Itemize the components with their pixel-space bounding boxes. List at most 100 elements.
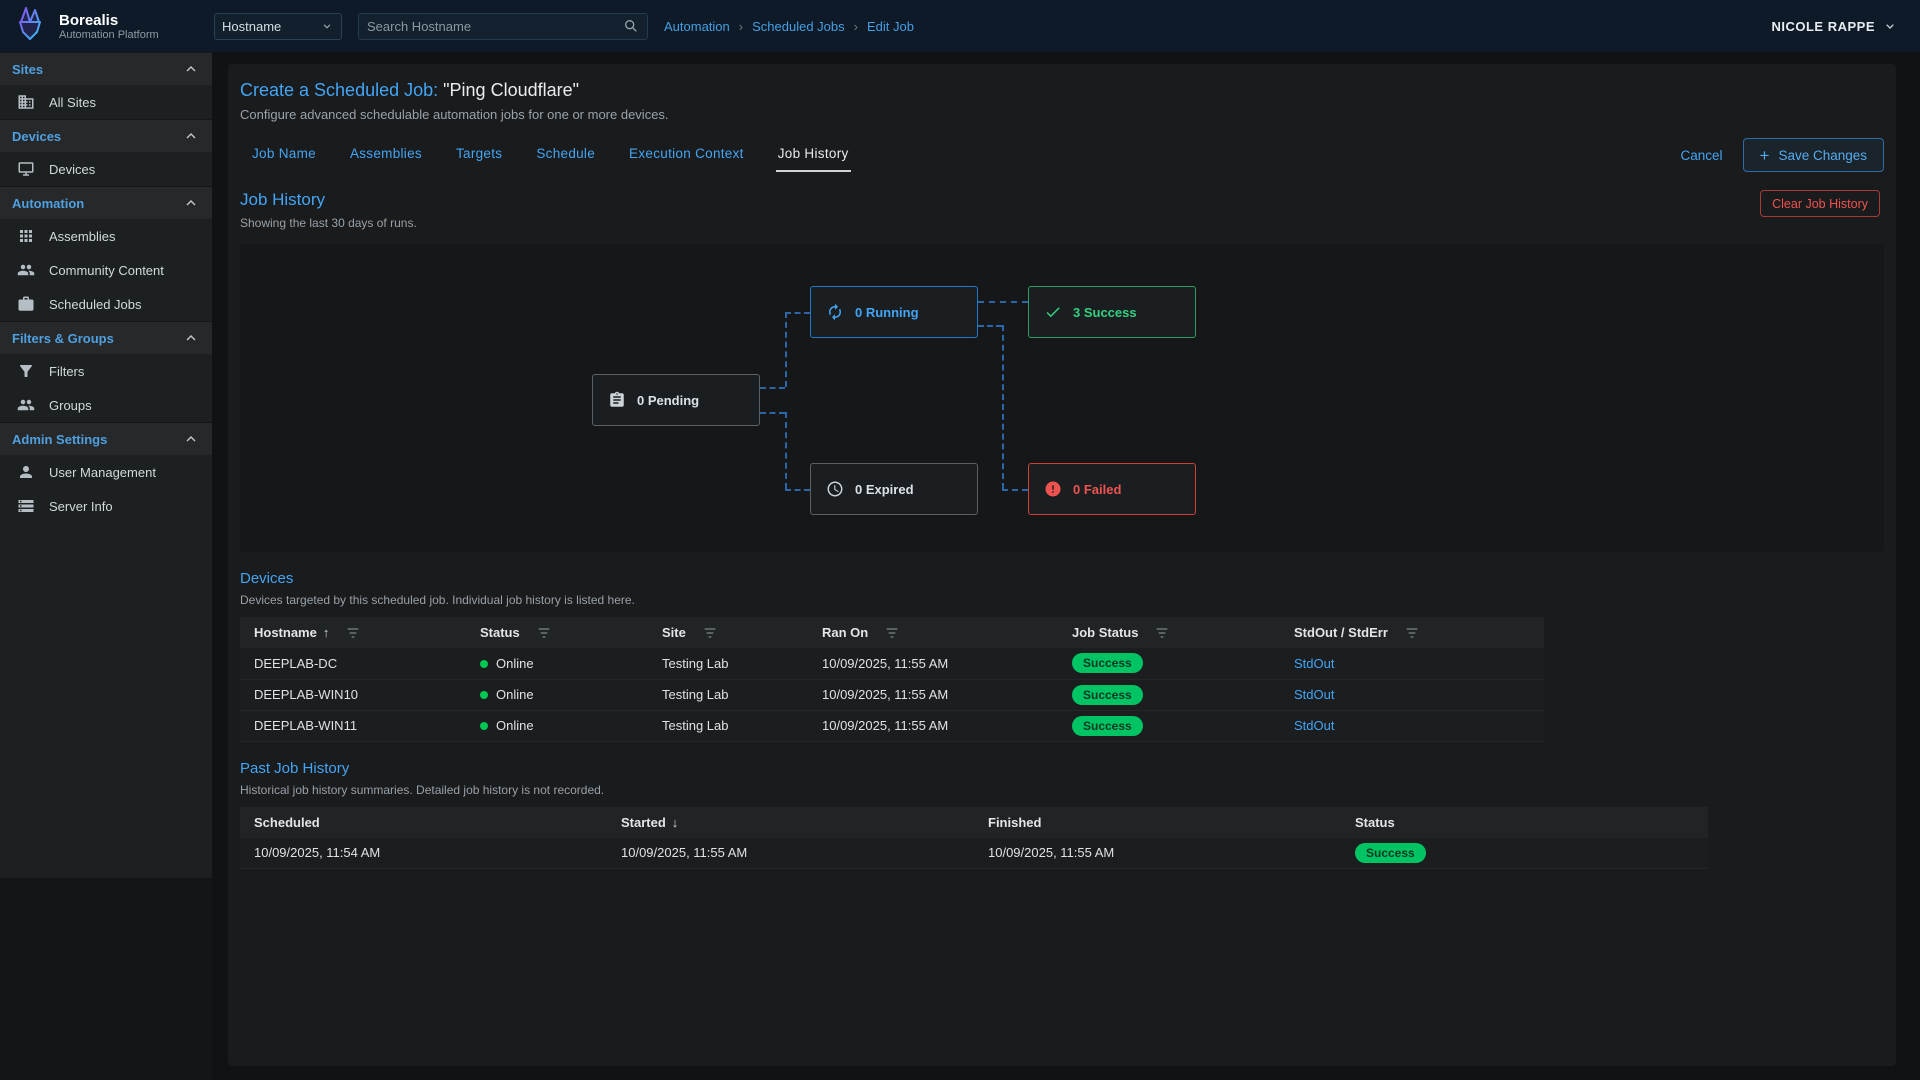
breadcrumb: Automation › Scheduled Jobs › Edit Job (664, 19, 914, 34)
filter-icon[interactable] (345, 625, 361, 641)
past-history-section-head: Past Job History Historical job history … (240, 760, 1884, 797)
started-cell: 10/09/2025, 11:55 AM (607, 838, 974, 869)
sidebar-item-community-content[interactable]: Community Content (0, 253, 212, 287)
online-dot (480, 660, 488, 668)
stdout-cell: StdOut (1280, 710, 1544, 741)
col-header-status[interactable]: Status (1341, 807, 1708, 838)
col-header-ran-on[interactable]: Ran On (808, 617, 1058, 648)
server-icon (17, 497, 35, 515)
connector-line (785, 412, 787, 489)
sidebar-item-assemblies[interactable]: Assemblies (0, 219, 212, 253)
sidebar-item-user-management[interactable]: User Management (0, 455, 212, 489)
col-label: Scheduled (254, 815, 320, 830)
sidebar-section-admin-settings[interactable]: Admin Settings (0, 422, 212, 455)
tab-assemblies[interactable]: Assemblies (348, 138, 424, 172)
save-changes-button[interactable]: + Save Changes (1743, 138, 1885, 172)
sort-desc-icon[interactable]: ↓ (672, 815, 679, 830)
devices-table-header-row: Hostname ↑ Status Site Ran On (240, 617, 1544, 648)
breadcrumb-edit-job[interactable]: Edit Job (867, 19, 914, 34)
breadcrumb-separator: › (739, 19, 743, 34)
sidebar-item-label: Scheduled Jobs (49, 297, 142, 312)
expired-label: 0 Expired (855, 482, 914, 497)
col-header-started[interactable]: Started↓ (607, 807, 974, 838)
filter-icon[interactable] (1404, 625, 1420, 641)
tab-job-name[interactable]: Job Name (250, 138, 318, 172)
stdout-link[interactable]: StdOut (1294, 687, 1334, 702)
tab-job-history[interactable]: Job History (776, 138, 851, 172)
chevron-up-icon (183, 195, 199, 211)
section-label: Devices (12, 129, 61, 144)
sidebar-item-devices[interactable]: Devices (0, 152, 212, 186)
ran-on-cell: 10/09/2025, 11:55 AM (808, 648, 1058, 679)
section-label: Sites (12, 62, 43, 77)
sidebar-item-all-sites[interactable]: All Sites (0, 85, 212, 119)
sidebar-item-filters[interactable]: Filters (0, 354, 212, 388)
site-cell: Testing Lab (648, 679, 808, 710)
sort-asc-icon[interactable]: ↑ (323, 625, 330, 640)
cancel-button[interactable]: Cancel (1680, 148, 1722, 163)
col-header-hostname[interactable]: Hostname ↑ (240, 617, 466, 648)
people-icon (17, 261, 35, 279)
ran-on-cell: 10/09/2025, 11:55 AM (808, 710, 1058, 741)
job-status-cell: Success (1058, 648, 1280, 679)
job-status-cell: Success (1058, 710, 1280, 741)
status-cell: Online (466, 710, 648, 741)
connector-line (978, 301, 1028, 303)
sidebar-item-label: Server Info (49, 499, 113, 514)
user-icon (17, 463, 35, 481)
tab-execution-context[interactable]: Execution Context (627, 138, 746, 172)
monitor-icon (17, 160, 35, 178)
check-icon (1044, 303, 1062, 321)
tab-schedule[interactable]: Schedule (534, 138, 597, 172)
col-header-finished[interactable]: Finished (974, 807, 1341, 838)
edit-job-card: Create a Scheduled Job: "Ping Cloudflare… (228, 64, 1896, 1066)
col-header-stdout[interactable]: StdOut / StdErr (1280, 617, 1544, 648)
filter-icon[interactable] (884, 625, 900, 641)
sidebar-item-scheduled-jobs[interactable]: Scheduled Jobs (0, 287, 212, 321)
devices-section-head: Devices Devices targeted by this schedul… (240, 570, 1884, 607)
col-label: Status (480, 625, 520, 640)
tab-targets[interactable]: Targets (454, 138, 504, 172)
status-badge: Success (1072, 716, 1143, 736)
col-header-job-status[interactable]: Job Status (1058, 617, 1280, 648)
past-history-header-row: Scheduled Started↓ Finished Status (240, 807, 1708, 838)
brand-subtitle: Automation Platform (59, 29, 159, 41)
success-label: 3 Success (1073, 305, 1137, 320)
tabs-row: Job Name Assemblies Targets Schedule Exe… (240, 138, 1884, 172)
col-header-scheduled[interactable]: Scheduled (240, 807, 607, 838)
user-menu[interactable]: NICOLE RAPPE (1771, 18, 1898, 34)
table-row: 10/09/2025, 11:54 AM 10/09/2025, 11:55 A… (240, 838, 1708, 869)
scheduled-cell: 10/09/2025, 11:54 AM (240, 838, 607, 869)
site-cell: Testing Lab (648, 710, 808, 741)
online-dot (480, 722, 488, 730)
sidebar-item-groups[interactable]: Groups (0, 388, 212, 422)
pending-label: 0 Pending (637, 393, 699, 408)
breadcrumb-automation[interactable]: Automation (664, 19, 730, 34)
hostname-select[interactable]: Hostname (214, 13, 342, 40)
success-node: 3 Success (1028, 286, 1196, 338)
stdout-cell: StdOut (1280, 648, 1544, 679)
refresh-icon (826, 303, 844, 321)
stdout-link[interactable]: StdOut (1294, 718, 1334, 733)
devices-table: Hostname ↑ Status Site Ran On (240, 617, 1544, 742)
sidebar-section-sites[interactable]: Sites (0, 52, 212, 85)
section-label: Automation (12, 196, 84, 211)
col-header-status[interactable]: Status (466, 617, 648, 648)
sidebar-item-label: Devices (49, 162, 95, 177)
sidebar-section-filters-groups[interactable]: Filters & Groups (0, 321, 212, 354)
filter-icon[interactable] (702, 625, 718, 641)
filter-icon[interactable] (1154, 625, 1170, 641)
sidebar-item-server-info[interactable]: Server Info (0, 489, 212, 523)
sidebar-section-devices[interactable]: Devices (0, 119, 212, 152)
search-input[interactable] (367, 19, 623, 34)
col-header-site[interactable]: Site (648, 617, 808, 648)
breadcrumb-scheduled-jobs[interactable]: Scheduled Jobs (752, 19, 845, 34)
search-icon[interactable] (623, 18, 639, 34)
sidebar-section-automation[interactable]: Automation (0, 186, 212, 219)
failed-node: 0 Failed (1028, 463, 1196, 515)
stdout-link[interactable]: StdOut (1294, 656, 1334, 671)
chevron-up-icon (183, 330, 199, 346)
hostname-cell: DEEPLAB-WIN10 (240, 679, 466, 710)
filter-icon[interactable] (536, 625, 552, 641)
clear-job-history-button[interactable]: Clear Job History (1760, 190, 1880, 217)
